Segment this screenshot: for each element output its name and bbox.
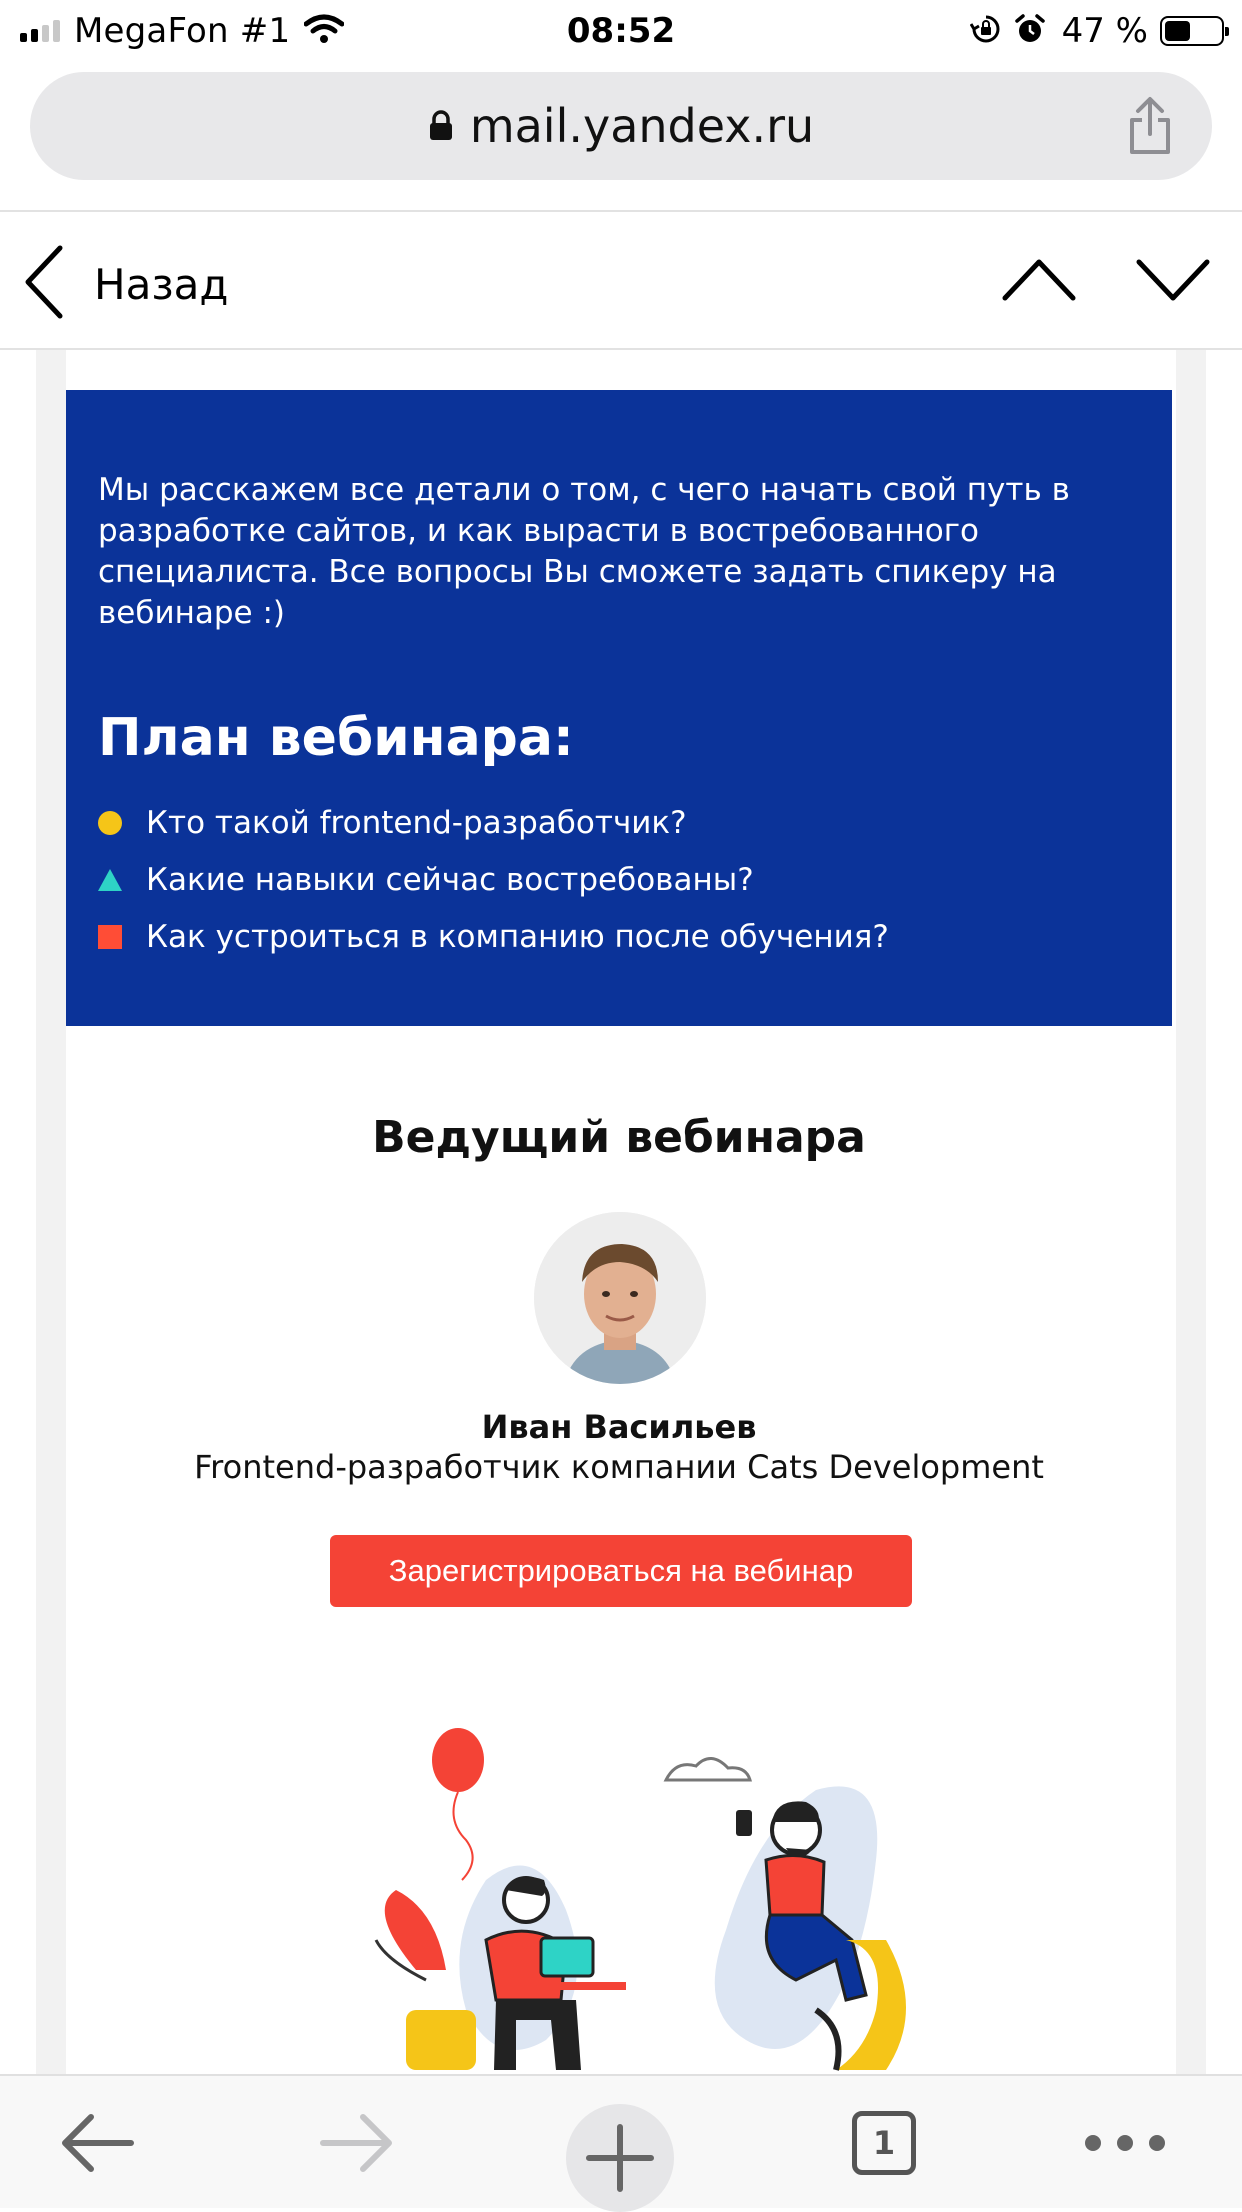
battery-percent: 47 % <box>1061 11 1148 51</box>
back-arrow-icon[interactable] <box>52 2076 142 2210</box>
webinar-illustration <box>366 1710 966 2074</box>
host-name: Иван Васильев <box>481 1408 757 1446</box>
register-button[interactable]: Зарегистрироваться на вебинар <box>330 1535 912 1607</box>
back-label: Назад <box>94 259 229 309</box>
plan-item: Какие навыки сейчас востребованы? <box>98 851 889 908</box>
plan-item-text: Какие навыки сейчас востребованы? <box>146 861 754 898</box>
more-icon[interactable] <box>1082 2076 1168 2210</box>
plan-item-text: Как устроиться в компанию после обучения… <box>146 918 889 955</box>
host-role: Frontend-разработчик компании Cats Devel… <box>194 1448 1044 1486</box>
plan-banner: Мы расскажем все детали о том, с чего на… <box>66 390 1172 1026</box>
plan-list: Кто такой frontend-разработчик? Какие на… <box>98 794 889 965</box>
share-icon[interactable] <box>1126 96 1174 160</box>
plan-title: План вебинара: <box>98 708 574 768</box>
orientation-lock-icon <box>969 13 1002 49</box>
back-chevron-icon <box>22 244 66 324</box>
status-right: 47 % <box>969 8 1229 54</box>
new-tab-plus-icon[interactable] <box>566 2104 674 2212</box>
circle-bullet-icon <box>98 810 122 835</box>
plan-item: Как устроиться в компанию после обучения… <box>98 908 889 965</box>
url-text: mail.yandex.ru <box>469 99 815 153</box>
next-message-icon[interactable] <box>1136 258 1210 306</box>
battery-icon <box>1160 16 1229 46</box>
intro-text: Мы расскажем все детали о том, с чего на… <box>98 472 1070 631</box>
message-nav-header: Назад <box>0 210 1242 350</box>
browser-toolbar: 1 <box>0 2074 1242 2212</box>
back-button[interactable]: Назад <box>22 244 228 324</box>
previous-message-icon[interactable] <box>1002 258 1076 306</box>
forward-arrow-icon[interactable] <box>312 2076 402 2210</box>
host-avatar <box>534 1212 706 1384</box>
alarm-icon <box>1014 13 1046 49</box>
status-bar: MegaFon #1 08:52 47 % <box>0 0 1242 62</box>
email-card: Мы расскажем все детали о том, с чего на… <box>66 350 1176 2074</box>
plan-item: Кто такой frontend-разработчик? <box>98 794 889 851</box>
email-body[interactable]: Мы расскажем все детали о том, с чего на… <box>36 350 1206 2074</box>
url-display[interactable]: mail.yandex.ru <box>30 72 1212 180</box>
plan-item-text: Кто такой frontend-разработчик? <box>146 804 687 841</box>
triangle-bullet-icon <box>98 868 122 891</box>
host-section-title: Ведущий вебинара <box>372 1112 866 1163</box>
address-bar[interactable]: mail.yandex.ru <box>30 72 1212 180</box>
square-bullet-icon <box>98 924 122 949</box>
tabs-icon[interactable]: 1 <box>844 2076 924 2210</box>
battery-level <box>1165 21 1190 41</box>
tabs-count: 1 <box>852 2111 916 2175</box>
lock-icon <box>428 99 454 153</box>
